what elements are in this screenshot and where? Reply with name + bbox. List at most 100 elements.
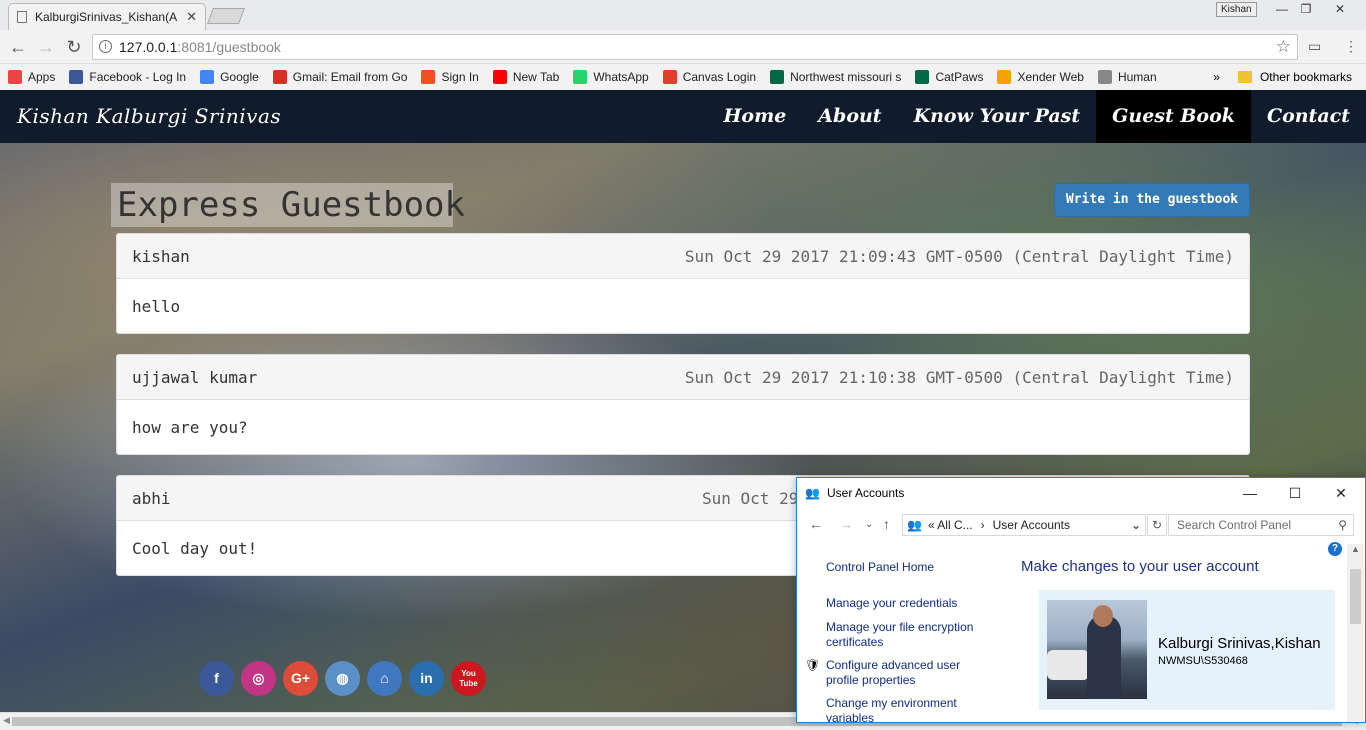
vertical-scrollbar[interactable]: ▲	[1347, 544, 1364, 722]
close-tab-icon[interactable]: ✕	[186, 9, 197, 25]
nav-know-your-past[interactable]: Know Your Past	[898, 90, 1097, 143]
facebook-icon[interactable]: f	[199, 661, 234, 696]
bookmark-item[interactable]: CatPaws	[907, 70, 989, 84]
search-icon: ⚲	[1338, 518, 1347, 532]
nav-about[interactable]: About	[802, 90, 897, 143]
entry-author: kishan	[132, 246, 190, 266]
bookmark-label: Google	[220, 70, 259, 84]
shield-icon: 🛡	[805, 658, 821, 672]
github-icon[interactable]: ⌂	[367, 661, 402, 696]
site-brand[interactable]: Kishan Kalburgi Srinivas	[17, 104, 281, 128]
canvas-icon	[662, 70, 677, 84]
entry-date: Sun Oct 29 2017 21:09:43 GMT-0500 (Centr…	[684, 246, 1234, 266]
google-icon	[200, 70, 215, 84]
nav-guest-book[interactable]: Guest Book	[1096, 90, 1251, 143]
linkedin-icon[interactable]: in	[409, 661, 444, 696]
bookmark-item[interactable]: New Tab	[485, 70, 565, 84]
browser-tabstrip: KalburgiSrinivas_Kishan(A ✕ Kishan — ❐ ✕	[0, 0, 1366, 30]
whatsapp-icon	[573, 70, 588, 84]
nav-contact[interactable]: Contact	[1251, 90, 1366, 143]
apps-grid-icon	[8, 70, 22, 84]
bookmark-label: New Tab	[512, 70, 560, 84]
bitbucket-icon[interactable]: ◍	[325, 661, 360, 696]
bookmark-item[interactable]: Xender Web	[989, 70, 1090, 84]
menu-icon[interactable]: ⋮	[1344, 38, 1358, 55]
minimize-icon[interactable]: —	[1270, 0, 1294, 18]
breadcrumb-current[interactable]: User Accounts	[993, 518, 1070, 532]
search-input[interactable]: Search Control Panel ⚲	[1168, 514, 1354, 536]
forward-icon[interactable]: →	[839, 516, 853, 532]
catpaws-icon	[915, 70, 930, 84]
restore-icon[interactable]: ❐	[1294, 0, 1318, 18]
microsoft-icon	[421, 70, 436, 84]
recent-chevron-icon[interactable]: ⌄	[865, 519, 873, 530]
bookmark-item[interactable]: Gmail: Email from Go	[265, 70, 414, 84]
browser-tab[interactable]: KalburgiSrinivas_Kishan(A ✕	[8, 3, 206, 30]
control-panel-home-link[interactable]: Control Panel Home	[826, 560, 991, 575]
info-icon[interactable]: i	[99, 40, 112, 53]
browser-toolbar: ← → ↻ i 127.0.0.1:8081/guestbook ☆ ▭ ⋮	[0, 30, 1366, 64]
environment-variables-link[interactable]: Change my environment variables	[826, 696, 991, 722]
bookmark-label: Northwest missouri s	[790, 70, 902, 84]
bookmark-item[interactable]: Canvas Login	[655, 70, 762, 84]
google-plus-icon[interactable]: G+	[283, 661, 318, 696]
bookmark-label: Canvas Login	[682, 70, 757, 84]
entry-message: hello	[132, 296, 181, 316]
more-bookmarks-icon[interactable]: »	[1213, 70, 1220, 84]
northwest-icon	[770, 70, 785, 84]
reload-icon[interactable]: ↻	[63, 36, 85, 58]
nav-home[interactable]: Home	[707, 90, 802, 143]
bookmark-item[interactable]: Sign In	[413, 70, 484, 84]
search-placeholder: Search Control Panel	[1177, 518, 1292, 532]
forward-icon[interactable]: →	[35, 36, 57, 58]
bookmark-item[interactable]: WhatsApp	[565, 70, 654, 84]
bookmark-item[interactable]: Human	[1090, 70, 1163, 84]
back-icon[interactable]: ←	[809, 516, 823, 532]
file-encryption-link[interactable]: Manage your file encryption certificates	[826, 620, 991, 650]
bookmark-label: CatPaws	[935, 70, 984, 84]
xender-icon	[997, 70, 1012, 84]
refresh-icon[interactable]: ↻	[1147, 514, 1167, 536]
user-accounts-window: 👥 User Accounts — ☐ ✕ ← → ⌄ ↑ 👥 « All C.…	[796, 477, 1366, 723]
advanced-profile-link[interactable]: Configure advanced user profile properti…	[826, 658, 991, 688]
bookmark-label: Human	[1117, 70, 1157, 84]
bookmark-star-icon[interactable]: ☆	[1276, 35, 1291, 59]
profile-button[interactable]: Kishan	[1216, 2, 1257, 17]
maximize-icon[interactable]: ☐	[1272, 478, 1318, 508]
help-icon[interactable]: ?	[1328, 542, 1342, 556]
folder-icon	[1237, 71, 1252, 83]
bookmark-item[interactable]: Facebook - Log In	[61, 70, 192, 84]
bookmark-item[interactable]: Northwest missouri s	[762, 70, 907, 84]
breadcrumb-prefix[interactable]: « All C...	[928, 518, 973, 532]
close-icon[interactable]: ✕	[1318, 478, 1364, 508]
other-bookmarks-label: Other bookmarks	[1259, 70, 1352, 84]
scroll-up-icon[interactable]: ▲	[1351, 544, 1360, 554]
cast-icon[interactable]: ▭	[1308, 38, 1321, 55]
other-bookmarks[interactable]: » Other bookmarks	[1213, 70, 1352, 84]
new-tab-button[interactable]	[207, 8, 245, 24]
youtube-icon	[492, 70, 507, 84]
instagram-icon[interactable]: ◎	[241, 661, 276, 696]
manage-credentials-link[interactable]: Manage your credentials	[826, 596, 991, 611]
bookmark-item[interactable]: Google	[192, 70, 265, 84]
bookmark-item[interactable]: Apps	[0, 70, 61, 84]
breadcrumb[interactable]: 👥 « All C... › User Accounts ⌄	[902, 514, 1146, 536]
bookmark-label: Gmail: Email from Go	[292, 70, 408, 84]
dropdown-chevron-icon[interactable]: ⌄	[1131, 518, 1141, 532]
scroll-left-icon[interactable]: ◀	[3, 715, 10, 726]
minimize-icon[interactable]: —	[1227, 478, 1273, 508]
facebook-icon	[69, 70, 84, 84]
close-window-icon[interactable]: ✕	[1328, 0, 1352, 18]
scrollbar-thumb[interactable]	[1350, 569, 1361, 624]
user-domain: NWMSU\S530468	[1158, 655, 1248, 667]
entry-date: Sun Oct 29 2017 21:10:38 GMT-0500 (Centr…	[684, 367, 1234, 387]
window-title: User Accounts	[827, 486, 905, 500]
up-icon[interactable]: ↑	[883, 516, 890, 532]
write-guestbook-button[interactable]: Write in the guestbook	[1054, 183, 1250, 217]
back-icon[interactable]: ←	[7, 36, 29, 58]
address-bar[interactable]: i 127.0.0.1:8081/guestbook ☆	[92, 34, 1298, 60]
entry-author: ujjawal kumar	[132, 367, 258, 387]
avatar	[1047, 600, 1147, 699]
youtube-icon[interactable]: You Tube	[451, 661, 486, 696]
tasks-pane: Control Panel Home Manage your credentia…	[797, 542, 997, 722]
